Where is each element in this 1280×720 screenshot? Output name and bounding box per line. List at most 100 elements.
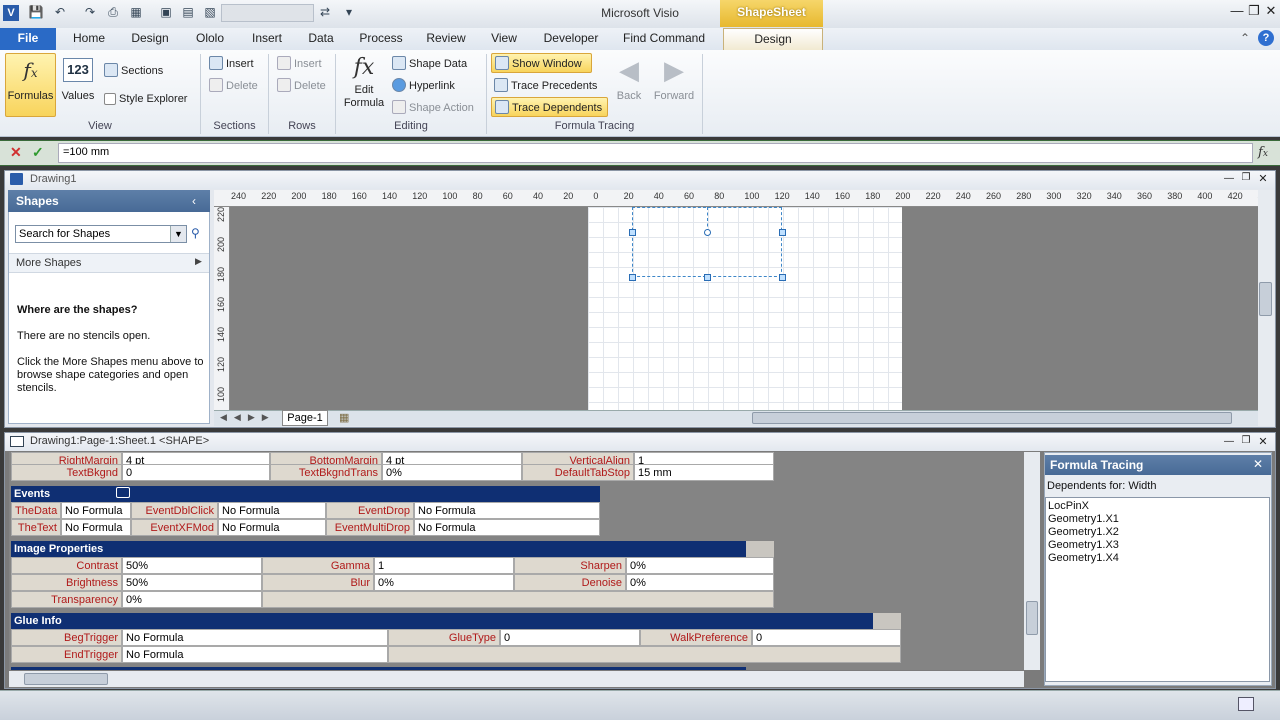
switch-windows-icon[interactable] bbox=[1238, 697, 1254, 711]
close-icon[interactable]: ✕ bbox=[1262, 3, 1280, 21]
help-icon[interactable]: ? bbox=[1258, 30, 1274, 46]
search-shapes-input[interactable]: Search for Shapes bbox=[15, 225, 187, 243]
cell-value[interactable]: 0% bbox=[626, 557, 774, 574]
cell-value[interactable]: No Formula bbox=[414, 519, 600, 536]
tab-home[interactable]: Home bbox=[68, 28, 110, 50]
section-insert-button[interactable]: Insert bbox=[209, 56, 254, 70]
cell-value[interactable]: No Formula bbox=[122, 629, 388, 646]
cell-value[interactable]: No Formula bbox=[61, 519, 131, 536]
insert-function-icon[interactable]: fx bbox=[1258, 145, 1268, 160]
list-item[interactable]: LocPinX bbox=[1048, 500, 1267, 513]
values-button[interactable]: 123 Values bbox=[59, 53, 97, 117]
doc-minimize-icon[interactable]: — bbox=[1220, 173, 1238, 191]
insert-icon bbox=[209, 56, 223, 70]
cell-value[interactable]: 0% bbox=[122, 591, 262, 608]
selection-handle[interactable] bbox=[779, 274, 786, 281]
row-delete-button[interactable]: Delete bbox=[277, 78, 326, 92]
ruler-tick-label: 180 bbox=[865, 191, 881, 201]
sections-button[interactable]: Sections bbox=[104, 63, 163, 77]
cell-value[interactable]: 0% bbox=[382, 464, 522, 481]
edit-formula-button[interactable]: fx Edit Formula bbox=[340, 53, 388, 117]
forward-button[interactable]: ▶ Forward bbox=[650, 53, 698, 117]
cell-value[interactable]: 0 bbox=[752, 629, 901, 646]
cell-value[interactable]: 0 bbox=[500, 629, 640, 646]
cell-label: TheText bbox=[11, 519, 61, 536]
doc-close-icon[interactable]: ✕ bbox=[1254, 172, 1272, 190]
tab-ololo[interactable]: Ololo bbox=[190, 28, 230, 50]
insert-page-icon[interactable]: ▦ bbox=[339, 411, 349, 424]
cell-label: Denoise bbox=[514, 574, 626, 591]
shapesheet-horizontal-scrollbar[interactable] bbox=[9, 671, 1024, 687]
shape-data-button[interactable]: Shape Data bbox=[392, 56, 467, 70]
tab-find-command[interactable]: Find Command bbox=[621, 28, 707, 50]
formulas-button[interactable]: fx Formulas bbox=[5, 53, 56, 117]
restore-icon[interactable]: ❐ bbox=[1245, 3, 1263, 21]
section-header-events[interactable]: Events bbox=[11, 486, 600, 502]
page-tab-page-1[interactable]: Page-1 bbox=[282, 410, 328, 426]
section-delete-button[interactable]: Delete bbox=[209, 78, 258, 92]
tab-review[interactable]: Review bbox=[424, 28, 468, 50]
cell-value[interactable]: 50% bbox=[122, 557, 262, 574]
cell-value[interactable]: 15 mm bbox=[634, 464, 774, 481]
formula-input[interactable]: =100 mm bbox=[58, 143, 1253, 163]
selection-handle[interactable] bbox=[779, 229, 786, 236]
section-header-image-properties[interactable]: Image Properties bbox=[11, 541, 746, 557]
ruler-tick-label: 100 bbox=[442, 191, 458, 201]
search-icon[interactable]: ⚲ bbox=[191, 226, 200, 240]
tab-shapesheet-design[interactable]: Design bbox=[723, 28, 823, 51]
search-dropdown-icon[interactable]: ▼ bbox=[170, 226, 186, 242]
cell-value[interactable]: No Formula bbox=[218, 502, 326, 519]
doc-restore-icon[interactable]: ❐ bbox=[1237, 172, 1255, 190]
tab-design[interactable]: Design bbox=[127, 28, 173, 50]
shapesheet-vertical-scrollbar[interactable] bbox=[1024, 452, 1040, 670]
list-item[interactable]: Geometry1.X4 bbox=[1048, 552, 1267, 565]
hyperlink-button[interactable]: Hyperlink bbox=[392, 78, 455, 92]
cell-value[interactable]: 0 bbox=[122, 464, 270, 481]
collapse-panel-icon[interactable]: ‹ bbox=[192, 194, 196, 208]
tab-data[interactable]: Data bbox=[305, 28, 337, 50]
cell-value[interactable]: 1 bbox=[374, 557, 514, 574]
tab-developer[interactable]: Developer bbox=[540, 28, 602, 50]
row-insert-button[interactable]: Insert bbox=[277, 56, 322, 70]
trace-dependents-button[interactable]: Trace Dependents bbox=[491, 97, 608, 117]
ss-horizontal-scroll-thumb[interactable] bbox=[24, 673, 108, 685]
vertical-scroll-thumb[interactable] bbox=[1259, 282, 1272, 316]
show-window-button[interactable]: Show Window bbox=[491, 53, 592, 73]
list-item[interactable]: Geometry1.X1 bbox=[1048, 513, 1267, 526]
back-button[interactable]: ◀ Back bbox=[612, 53, 646, 117]
ribbon-collapse-icon[interactable]: ⌃ bbox=[1240, 31, 1250, 45]
list-item[interactable]: Geometry1.X2 bbox=[1048, 526, 1267, 539]
formula-tracing-close-icon[interactable]: ✕ bbox=[1253, 457, 1263, 471]
selection-handle[interactable] bbox=[629, 274, 636, 281]
style-explorer-checkbox[interactable]: Style Explorer bbox=[104, 93, 187, 105]
selection-handle[interactable] bbox=[629, 229, 636, 236]
rotation-handle[interactable] bbox=[704, 229, 711, 236]
cell-value[interactable]: No Formula bbox=[414, 502, 600, 519]
tab-file[interactable]: File bbox=[0, 28, 56, 50]
cell-value[interactable]: 0% bbox=[374, 574, 514, 591]
cell-value[interactable]: 0% bbox=[626, 574, 774, 591]
cell-value[interactable]: No Formula bbox=[61, 502, 131, 519]
trace-precedents-button[interactable]: Trace Precedents bbox=[494, 78, 597, 92]
ss-vertical-scroll-thumb[interactable] bbox=[1026, 601, 1038, 635]
section-edit-icon[interactable] bbox=[116, 487, 130, 498]
cell-value[interactable]: No Formula bbox=[218, 519, 326, 536]
list-item[interactable]: Geometry1.X3 bbox=[1048, 539, 1267, 552]
accept-formula-icon[interactable]: ✓ bbox=[32, 144, 44, 161]
shape-action-button[interactable]: Shape Action bbox=[392, 100, 474, 114]
section-header-glue-info[interactable]: Glue Info bbox=[11, 613, 873, 629]
minimize-icon[interactable]: — bbox=[1228, 3, 1246, 21]
ss-restore-icon[interactable]: ❐ bbox=[1237, 435, 1255, 453]
cancel-formula-icon[interactable]: ✕ bbox=[10, 144, 22, 161]
tab-view[interactable]: View bbox=[487, 28, 521, 50]
more-shapes-menu[interactable]: More Shapes bbox=[9, 253, 209, 273]
tab-process[interactable]: Process bbox=[357, 28, 405, 50]
cell-value[interactable]: 50% bbox=[122, 574, 262, 591]
selection-handle[interactable] bbox=[704, 274, 711, 281]
page-nav-arrows-icon[interactable]: ◀◀▶▶ bbox=[220, 412, 276, 423]
ss-close-icon[interactable]: ✕ bbox=[1254, 435, 1272, 453]
tab-insert[interactable]: Insert bbox=[247, 28, 287, 50]
cell-value[interactable]: No Formula bbox=[122, 646, 388, 663]
horizontal-scroll-thumb[interactable] bbox=[752, 412, 1232, 424]
cell-label: Sharpen bbox=[514, 557, 626, 574]
